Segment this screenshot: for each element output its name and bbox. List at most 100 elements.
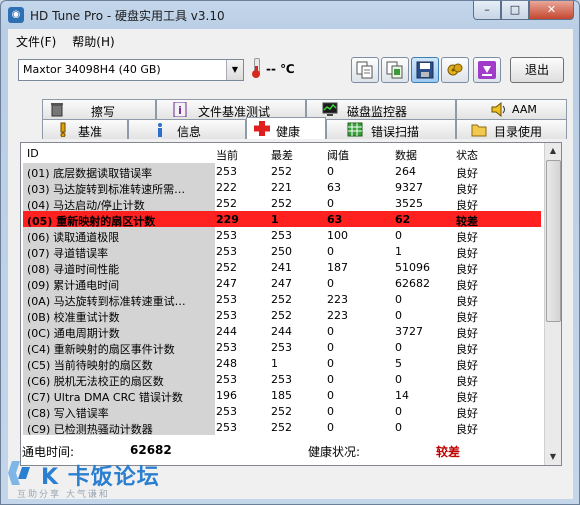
table-row[interactable]: (C9) 已检测热骚动计数器 253 252 0 0 良好 (23, 419, 541, 436)
attribute-name-text: (0C) 通电周期计数 (27, 327, 120, 339)
tab-error-scan[interactable]: 错误扫描 (326, 119, 456, 139)
cell-thr: 0 (327, 197, 334, 210)
vertical-scrollbar[interactable]: ▲ ▼ (544, 143, 561, 465)
cell-cur: 252 (216, 197, 237, 210)
table-row[interactable]: (07) 寻道错误率 253 250 0 1 良好 (23, 243, 541, 260)
table-row[interactable]: (09) 累计通电时间 247 247 0 62682 良好 (23, 275, 541, 292)
cell-cur: 253 (216, 341, 237, 354)
cell-thr: 0 (327, 341, 334, 354)
svg-text:i: i (178, 104, 182, 117)
forum-logo-icon (8, 461, 30, 485)
options-button[interactable] (441, 57, 469, 83)
cell-thr: 0 (327, 357, 334, 370)
trash-icon (51, 103, 63, 117)
table-row[interactable]: (C6) 脱机无法校正的扇区数 253 253 0 0 良好 (23, 371, 541, 388)
copy-text-button[interactable] (351, 57, 379, 83)
tab-aam[interactable]: AAM (456, 99, 567, 119)
attribute-name-text: (07) 寻道错误率 (27, 247, 109, 259)
cell-worst: 241 (271, 261, 292, 274)
table-row[interactable]: (C5) 当前待映射的扇区数 248 1 0 5 良好 (23, 355, 541, 372)
menu-help[interactable]: 帮助(H) (64, 29, 122, 51)
close-button[interactable]: ✕ (529, 1, 574, 20)
thermometer-icon (252, 58, 260, 78)
cell-cur: 253 (216, 421, 237, 434)
health-grid: ID 当前 最差 阈值 数据 状态 (01) 底层数据读取错误率 253 252 0 2… (23, 145, 541, 436)
cell-thr: 0 (327, 389, 334, 402)
options-icon (447, 63, 463, 76)
tab-erase[interactable]: 擦写 (42, 99, 156, 119)
tab-benchmark[interactable]: 基准 (42, 119, 128, 139)
cell-thr: 0 (327, 165, 334, 178)
exit-button[interactable]: 退出 (510, 57, 564, 83)
app-window: ◉ HD Tune Pro - 硬盘实用工具 v3.10 – □ ✕ 文件(F)… (0, 0, 580, 505)
copy-text-icon (356, 61, 373, 79)
tab-health[interactable]: 健康 (246, 117, 326, 139)
chevron-down-icon[interactable]: ▼ (226, 60, 243, 80)
table-row[interactable]: (C4) 重新映射的扇区事件计数 253 253 0 0 良好 (23, 339, 541, 356)
cell-worst: 252 (271, 165, 292, 178)
minimize-button[interactable]: – (473, 1, 501, 20)
cell-cur: 247 (216, 277, 237, 290)
attribute-name-text: (04) 马达启动/停止计数 (27, 199, 145, 211)
maximize-button[interactable]: □ (501, 1, 529, 20)
table-row[interactable]: (C8) 写入错误率 253 252 0 0 良好 (23, 403, 541, 420)
health-cross-icon (254, 121, 270, 136)
table-row[interactable]: (0A) 马达旋转到标准转速重试… 253 252 223 0 良好 (23, 291, 541, 308)
cell-worst: 1 (271, 213, 279, 226)
cell-cur: 244 (216, 325, 237, 338)
scroll-up-icon[interactable]: ▲ (545, 143, 561, 159)
attribute-name: (06) 读取通道极限 (23, 227, 215, 243)
tab-disk-monitor[interactable]: 磁盘监控器 (306, 99, 456, 119)
table-row-critical[interactable]: (05) 重新映射的扇区计数 229 1 63 62 较差 (23, 211, 541, 228)
col-worst[interactable]: 最差 (271, 147, 293, 163)
cell-data: 0 (395, 405, 402, 418)
table-row[interactable]: (04) 马达启动/停止计数 252 252 0 3525 良好 (23, 195, 541, 212)
col-id[interactable]: ID (27, 147, 39, 160)
cell-worst: 252 (271, 293, 292, 306)
title-bar[interactable]: ◉ HD Tune Pro - 硬盘实用工具 v3.10 – □ ✕ (1, 1, 579, 29)
cell-cur: 222 (216, 181, 237, 194)
attribute-name: (01) 底层数据读取错误率 (23, 163, 215, 179)
copy-screen-button[interactable] (381, 57, 409, 83)
table-row[interactable]: (08) 寻道时间性能 252 241 187 51096 良好 (23, 259, 541, 276)
table-row[interactable]: (0B) 校准重试计数 253 252 223 0 良好 (23, 307, 541, 324)
col-data[interactable]: 数据 (395, 147, 417, 163)
attribute-name-text: (06) 读取通道极限 (27, 231, 120, 243)
cell-cur: 253 (216, 405, 237, 418)
cell-data: 0 (395, 309, 402, 322)
save-icon (416, 61, 434, 79)
cell-thr: 0 (327, 373, 334, 386)
cell-worst: 253 (271, 341, 292, 354)
window-title: HD Tune Pro - 硬盘实用工具 v3.10 (30, 9, 225, 23)
table-row[interactable]: (06) 读取通道极限 253 253 100 0 良好 (23, 227, 541, 244)
health-status-label: 健康状况: (308, 445, 361, 459)
attribute-name-text: (C8) 写入错误率 (27, 407, 109, 419)
cell-thr: 63 (327, 213, 343, 226)
temperature-readout: -- ℃ (266, 62, 295, 76)
tab-file-benchmark[interactable]: i 文件基准测试 (156, 99, 306, 119)
drive-select[interactable]: Maxtor 34098H4 (40 GB) ▼ (18, 59, 244, 81)
cell-data: 14 (395, 389, 409, 402)
table-row[interactable]: (03) 马达旋转到标准转速所需… 222 221 63 9327 良好 (23, 179, 541, 196)
attribute-name-text: (C9) 已检测热骚动计数器 (27, 423, 153, 435)
cell-worst: 185 (271, 389, 292, 402)
col-threshold[interactable]: 阈值 (327, 147, 349, 163)
attribute-name: (0A) 马达旋转到标准转速重试… (23, 291, 215, 307)
col-status[interactable]: 状态 (456, 147, 478, 163)
table-row[interactable]: (C7) Ultra DMA CRC 错误计数 196 185 0 14 良好 (23, 387, 541, 404)
tab-folder-usage[interactable]: 目录使用 (456, 119, 567, 139)
scroll-thumb[interactable] (546, 160, 561, 322)
attribute-name-text: (01) 底层数据读取错误率 (27, 167, 153, 179)
cell-data: 62 (395, 213, 411, 226)
cell-cur: 253 (216, 165, 237, 178)
save-button[interactable] (411, 57, 439, 83)
tab-info[interactable]: 信息 (128, 119, 246, 139)
table-row[interactable]: (01) 底层数据读取错误率 253 252 0 264 良好 (23, 163, 541, 180)
col-current[interactable]: 当前 (216, 147, 238, 163)
table-row[interactable]: (0C) 通电周期计数 244 244 0 3727 良好 (23, 323, 541, 340)
download-button[interactable] (473, 57, 501, 83)
cell-cur: 253 (216, 293, 237, 306)
menu-file[interactable]: 文件(F) (8, 29, 64, 51)
attribute-name-text: (C6) 脱机无法校正的扇区数 (27, 375, 164, 387)
cell-thr: 0 (327, 245, 334, 258)
